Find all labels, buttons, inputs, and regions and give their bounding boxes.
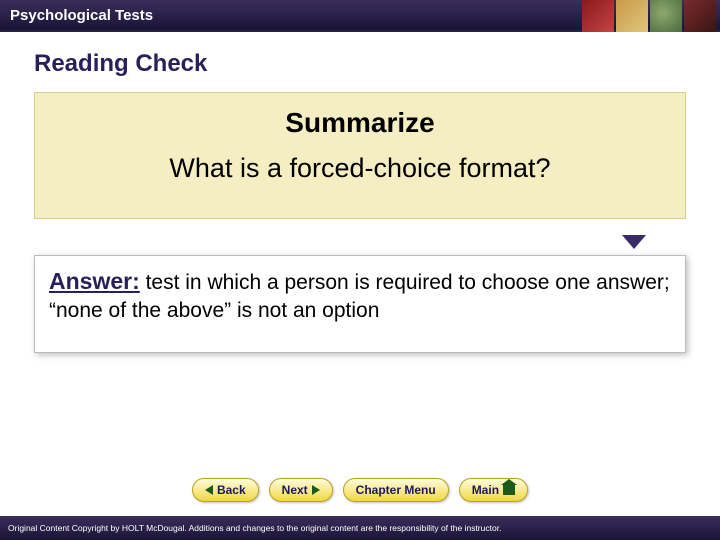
back-label: Back: [217, 483, 246, 497]
answer-label: Answer:: [49, 268, 140, 294]
chevron-left-icon: [205, 485, 213, 495]
slide-content: Reading Check Summarize What is a forced…: [0, 32, 720, 353]
home-icon: [503, 485, 515, 495]
header-decoration: [580, 0, 720, 32]
deco-square: [582, 0, 614, 32]
deco-square: [650, 0, 682, 32]
menu-label: Chapter Menu: [356, 483, 436, 497]
reveal-arrow-icon[interactable]: [622, 235, 646, 249]
footer-bar: Original Content Copyright by HOLT McDou…: [0, 516, 720, 540]
header-title: Psychological Tests: [0, 7, 153, 24]
main-label: Main: [472, 483, 499, 497]
question-heading: Summarize: [45, 107, 675, 139]
section-title: Reading Check: [34, 50, 686, 78]
back-button[interactable]: Back: [192, 478, 259, 502]
question-box: Summarize What is a forced-choice format…: [34, 92, 686, 219]
next-button[interactable]: Next: [269, 478, 333, 502]
question-text: What is a forced-choice format?: [45, 153, 675, 184]
answer-text: test in which a person is required to ch…: [49, 271, 670, 322]
chevron-right-icon: [312, 485, 320, 495]
deco-square: [684, 0, 716, 32]
main-button[interactable]: Main: [459, 478, 528, 502]
next-label: Next: [282, 483, 308, 497]
answer-box: Answer: test in which a person is requir…: [34, 255, 686, 353]
header-bar: Psychological Tests: [0, 0, 720, 32]
answer-line: Answer: test in which a person is requir…: [49, 266, 671, 326]
deco-square: [616, 0, 648, 32]
footer-text: Original Content Copyright by HOLT McDou…: [0, 523, 501, 533]
nav-bar: Back Next Chapter Menu Main: [0, 478, 720, 502]
chapter-menu-button[interactable]: Chapter Menu: [343, 478, 449, 502]
